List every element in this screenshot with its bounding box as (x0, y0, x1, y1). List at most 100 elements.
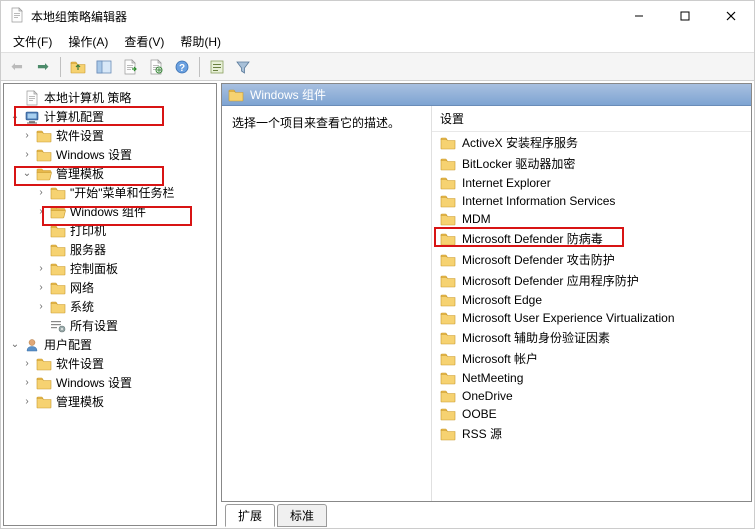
tree-cc-software[interactable]: › 软件设置 (6, 126, 214, 145)
folder-icon (36, 376, 52, 390)
list-item-label: Microsoft Edge (462, 293, 542, 307)
folder-icon (440, 232, 456, 246)
minimize-button[interactable] (616, 1, 662, 31)
tree-network[interactable]: › 网络 (6, 278, 214, 297)
user-icon (24, 337, 40, 353)
expand-icon[interactable]: › (20, 395, 34, 409)
folder-icon (440, 136, 456, 150)
close-button[interactable] (708, 1, 754, 31)
tree-root[interactable]: 本地计算机 策略 (6, 88, 214, 107)
list-item-label: Internet Explorer (462, 176, 551, 190)
computer-icon (24, 109, 40, 125)
toolbar-up-button[interactable] (66, 55, 90, 79)
toolbar-help-button[interactable]: ? (170, 55, 194, 79)
toolbar-export-list-button[interactable] (118, 55, 142, 79)
menu-bar: 文件(F) 操作(A) 查看(V) 帮助(H) (1, 31, 754, 53)
expand-icon[interactable]: › (20, 129, 34, 143)
list-item[interactable]: Microsoft 辅助身份验证因素 (432, 327, 751, 348)
expand-icon[interactable]: › (34, 300, 48, 314)
list-item[interactable]: Microsoft User Experience Virtualization (432, 309, 751, 327)
toolbar: ⬅ ➡ ? (1, 53, 754, 81)
tab-extended[interactable]: 扩展 (225, 504, 275, 527)
expand-icon[interactable]: › (34, 205, 48, 219)
expand-icon[interactable]: › (34, 262, 48, 276)
folder-icon (440, 274, 456, 288)
menu-help[interactable]: 帮助(H) (172, 31, 229, 52)
tab-standard[interactable]: 标准 (277, 504, 327, 527)
list-item-label: NetMeeting (462, 371, 523, 385)
folder-icon (50, 262, 66, 276)
properties-icon (148, 59, 164, 75)
list-item[interactable]: RSS 源 (432, 423, 751, 444)
folder-icon (440, 293, 456, 307)
toolbar-forward-button[interactable]: ➡ (31, 55, 55, 79)
expand-icon[interactable]: › (20, 376, 34, 390)
column-header-setting[interactable]: 设置 (432, 106, 751, 132)
toolbar-filter-options-button[interactable] (205, 55, 229, 79)
folder-icon (50, 186, 66, 200)
tree-uc-windows[interactable]: › Windows 设置 (6, 373, 214, 392)
description-column: 选择一个项目来查看它的描述。 (222, 106, 432, 501)
toolbar-back-button[interactable]: ⬅ (5, 55, 29, 79)
tree-cc-windows[interactable]: › Windows 设置 (6, 145, 214, 164)
list-item-label: Microsoft Defender 攻击防护 (462, 251, 615, 268)
tree-servers[interactable]: 服务器 (6, 240, 214, 259)
tree-printers[interactable]: 打印机 (6, 221, 214, 240)
tree-system[interactable]: › 系统 (6, 297, 214, 316)
toolbar-filter-button[interactable] (231, 55, 255, 79)
list-item-label: Microsoft 帐户 (462, 350, 538, 367)
tree-uc-admin-templates[interactable]: › 管理模板 (6, 392, 214, 411)
list-item[interactable]: Microsoft Edge (432, 291, 751, 309)
tree-all-settings[interactable]: 所有设置 (6, 316, 214, 335)
list-item[interactable]: BitLocker 驱动器加密 (432, 153, 751, 174)
title-bar: 本地组策略编辑器 (1, 1, 754, 31)
tree-user-config[interactable]: ⌄ 用户配置 (6, 335, 214, 354)
list-item[interactable]: Microsoft Defender 防病毒 (432, 228, 751, 249)
help-icon: ? (174, 59, 190, 75)
list-item[interactable]: Internet Explorer (432, 174, 751, 192)
list-item-label: ActiveX 安装程序服务 (462, 134, 578, 151)
tree-windows-components[interactable]: › Windows 组件 (6, 202, 214, 221)
forward-arrow-icon: ➡ (37, 58, 49, 75)
toolbar-separator (199, 57, 200, 77)
list-item[interactable]: Internet Information Services (432, 192, 751, 210)
tree-pane[interactable]: 本地计算机 策略 ⌄ 计算机配置 › 软件设置 (3, 83, 217, 526)
toolbar-show-hide-tree-button[interactable] (92, 55, 116, 79)
menu-file[interactable]: 文件(F) (5, 31, 60, 52)
expand-icon[interactable]: › (34, 186, 48, 200)
list-item[interactable]: NetMeeting (432, 369, 751, 387)
maximize-button[interactable] (662, 1, 708, 31)
toolbar-properties-button[interactable] (144, 55, 168, 79)
window-title: 本地组策略编辑器 (31, 8, 127, 25)
list-item[interactable]: OOBE (432, 405, 751, 423)
expand-icon[interactable]: › (34, 281, 48, 295)
tree-start-menu[interactable]: › "开始"菜单和任务栏 (6, 183, 214, 202)
folder-icon (50, 281, 66, 295)
folder-icon (440, 331, 456, 345)
details-tabs: 扩展 标准 (221, 504, 752, 526)
expand-icon[interactable]: › (20, 357, 34, 371)
tree-uc-software[interactable]: › 软件设置 (6, 354, 214, 373)
menu-view[interactable]: 查看(V) (116, 31, 172, 52)
folder-icon (50, 300, 66, 314)
folder-open-icon (36, 167, 52, 181)
tree-cc-admin-templates[interactable]: ⌄ 管理模板 (6, 164, 214, 183)
list-item[interactable]: ActiveX 安装程序服务 (432, 132, 751, 153)
expand-icon[interactable]: › (20, 148, 34, 162)
list-item[interactable]: Microsoft Defender 攻击防护 (432, 249, 751, 270)
list-item[interactable]: Microsoft 帐户 (432, 348, 751, 369)
back-arrow-icon: ⬅ (11, 58, 23, 75)
settings-list-icon (50, 318, 66, 334)
collapse-icon[interactable]: ⌄ (20, 167, 34, 181)
tree-control-panel[interactable]: › 控制面板 (6, 259, 214, 278)
folder-icon (36, 357, 52, 371)
menu-action[interactable]: 操作(A) (60, 31, 116, 52)
list-item[interactable]: OneDrive (432, 387, 751, 405)
list-item[interactable]: Microsoft Defender 应用程序防护 (432, 270, 751, 291)
list-item[interactable]: MDM (432, 210, 751, 228)
folder-open-icon (50, 205, 66, 219)
tree-computer-config[interactable]: ⌄ 计算机配置 (6, 107, 214, 126)
settings-list[interactable]: 设置 ActiveX 安装程序服务 BitLocker 驱动器加密 Internet… (432, 106, 751, 501)
collapse-icon[interactable]: ⌄ (8, 338, 22, 352)
collapse-icon[interactable]: ⌄ (8, 110, 22, 124)
